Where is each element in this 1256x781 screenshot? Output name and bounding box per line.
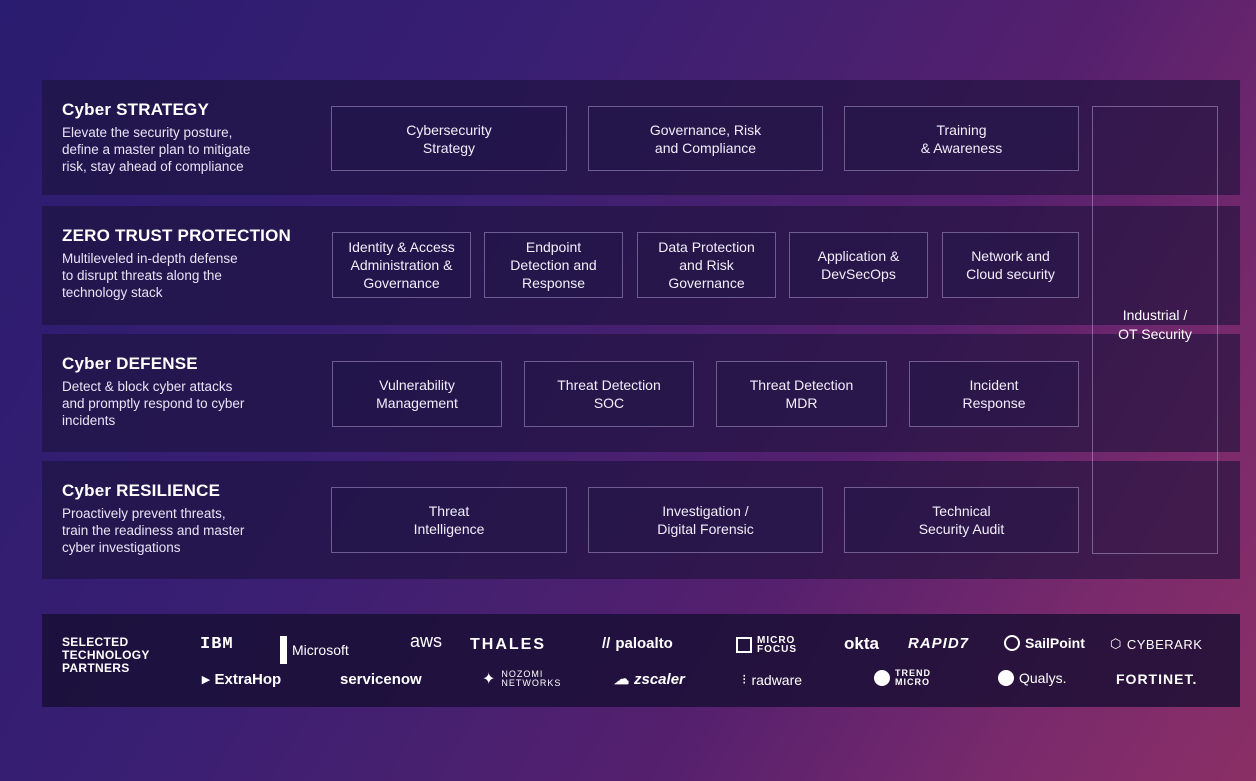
section-title: Cyber DEFENSE	[62, 354, 198, 373]
section-title: ZERO TRUST PROTECTION	[62, 226, 291, 245]
logo-servicenow: servicenow	[340, 671, 422, 688]
microfocus-icon	[736, 637, 752, 653]
nozomi-icon: ✦	[482, 670, 497, 688]
logo-trend-micro: TREND MICRO	[874, 669, 935, 687]
logo-ibm: IBM	[200, 635, 234, 654]
technology-partners-strip: SELECTED TECHNOLOGY PARTNERS IBM Microso…	[42, 614, 1240, 707]
box-endpoint-detection[interactable]: Endpoint Detection and Response	[484, 232, 623, 298]
logo-okta: okta	[844, 634, 879, 653]
logo-extrahop: ▸ ExtraHop	[202, 670, 282, 689]
box-industrial-ot-security[interactable]: Industrial / OT Security	[1092, 106, 1218, 554]
logo-fortinet: FORTINET.	[1116, 671, 1198, 687]
section-description: Multileveled in-depth defense to disrupt…	[62, 251, 238, 300]
section-title: Cyber RESILIENCE	[62, 481, 221, 500]
logo-microsoft: Microsoft	[280, 636, 349, 664]
trendmicro-icon	[874, 670, 890, 686]
box-investigation-digital-forensic[interactable]: Investigation / Digital Forensic	[588, 487, 823, 553]
box-threat-detection-mdr[interactable]: Threat Detection MDR	[716, 361, 887, 427]
logo-nozomi: ✦ NOZOMI NETWORKS	[482, 669, 562, 688]
logo-radware: ⁝ radware	[742, 671, 803, 688]
box-data-protection[interactable]: Data Protection and Risk Governance	[637, 232, 776, 298]
logo-micro-focus: MICRO FOCUS	[736, 636, 799, 655]
section-description: Detect & block cyber attacks and promptl…	[62, 379, 245, 428]
section-description: Elevate the security posture, define a m…	[62, 125, 251, 174]
qualys-icon	[998, 670, 1014, 686]
paloalto-icon: //	[602, 635, 611, 652]
box-governance-risk-compliance[interactable]: Governance, Risk and Compliance	[588, 106, 823, 171]
partners-label: SELECTED TECHNOLOGY PARTNERS	[62, 635, 150, 675]
box-cybersecurity-strategy[interactable]: Cybersecurity Strategy	[331, 106, 567, 171]
logo-aws: aws	[410, 631, 443, 651]
logo-rapid7: RAPID7	[908, 635, 970, 652]
logo-qualys: Qualys.	[998, 670, 1066, 686]
box-threat-intelligence[interactable]: Threat Intelligence	[331, 487, 567, 553]
box-application-devsecops[interactable]: Application & DevSecOps	[789, 232, 928, 298]
logo-paloalto: // paloalto	[602, 635, 673, 652]
logo-sailpoint: SailPoint	[1004, 635, 1085, 651]
extrahop-icon: ▸	[202, 671, 210, 688]
logo-cyberark: ⬡ CYBERARK	[1110, 636, 1203, 652]
cyberark-icon: ⬡	[1110, 636, 1122, 651]
logo-zscaler: ☁ zscaler	[614, 670, 685, 689]
box-technical-security-audit[interactable]: Technical Security Audit	[844, 487, 1079, 553]
box-incident-response[interactable]: Incident Response	[909, 361, 1079, 427]
box-training-awareness[interactable]: Training & Awareness	[844, 106, 1079, 171]
radware-icon: ⁝	[742, 671, 747, 687]
section-description: Proactively prevent threats, train the r…	[62, 506, 245, 555]
sailpoint-icon	[1004, 635, 1020, 651]
zscaler-icon: ☁	[614, 671, 629, 688]
microsoft-icon	[280, 636, 287, 664]
box-threat-detection-soc[interactable]: Threat Detection SOC	[524, 361, 694, 427]
section-title: Cyber STRATEGY	[62, 100, 210, 119]
logo-thales: THALES	[470, 636, 546, 653]
box-network-cloud-security[interactable]: Network and Cloud security	[942, 232, 1079, 298]
box-vulnerability-management[interactable]: Vulnerability Management	[332, 361, 502, 427]
box-identity-access[interactable]: Identity & Access Administration & Gover…	[332, 232, 471, 298]
